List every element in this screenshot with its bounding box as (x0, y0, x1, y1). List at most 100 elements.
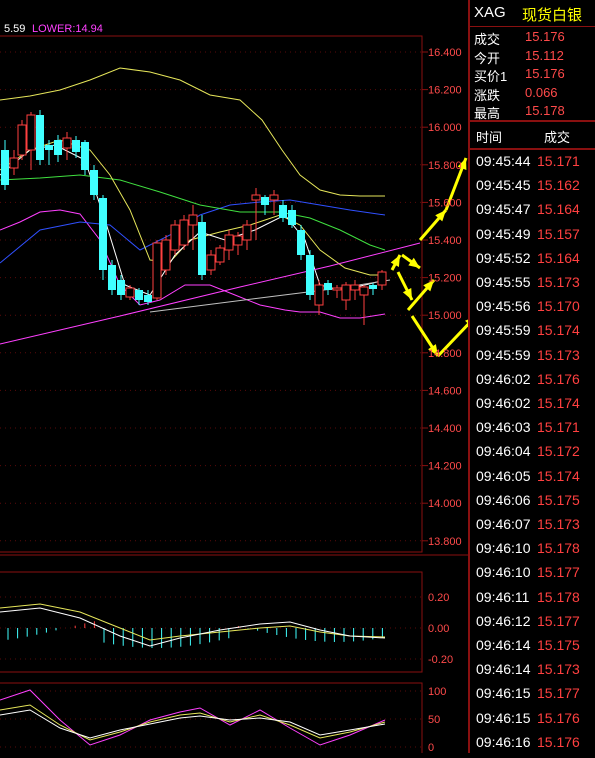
tick-time: 09:46:14 (476, 661, 531, 678)
tick-row[interactable]: 09:46:16 15.176 (470, 730, 595, 754)
tick-row[interactable]: 09:46:02 15.176 (470, 367, 595, 391)
tick-price: 15.175 (537, 637, 580, 653)
price-axis-label: 14.000 (428, 498, 462, 510)
macd-dea-line (0, 603, 386, 641)
candlestick-chart[interactable]: 16.400 16.200 16.000 15.800 15.600 15.400 15.2… (0, 0, 534, 756)
quote-row: 成交 15.176 (470, 28, 595, 47)
tick-time: 09:45:45 (476, 177, 531, 194)
candle-body (350, 284, 360, 291)
candle-body (206, 254, 216, 271)
tick-time: 09:46:15 (476, 709, 531, 726)
candle-body (152, 242, 162, 299)
price-axis-label: 13.800 (428, 536, 462, 548)
tick-price: 15.172 (537, 443, 580, 460)
tick-price: 15.173 (537, 274, 580, 290)
kdj-axis-label: 50 (428, 714, 440, 726)
tick-row[interactable]: 09:45:44 15.171 (470, 149, 595, 173)
ticks-header-time: 时间 (476, 130, 503, 145)
candle-body (369, 285, 377, 289)
candle-body (170, 224, 180, 251)
tick-time: 09:45:56 (476, 298, 531, 315)
tick-row[interactable]: 09:46:10 15.178 (470, 536, 595, 560)
tick-row[interactable]: 09:46:04 15.172 (470, 439, 595, 463)
candle-body (279, 205, 287, 218)
tick-row[interactable]: 09:46:05 15.174 (470, 464, 595, 488)
quote-label: 成交 (474, 32, 501, 47)
candle-body (215, 247, 225, 263)
candle-body (251, 194, 261, 201)
macd-panel-frame (0, 571, 423, 673)
candle-body (269, 194, 279, 201)
candle-body (72, 140, 80, 152)
candle-body (188, 214, 198, 226)
tick-row[interactable]: 09:46:12 15.177 (470, 609, 595, 633)
ticks-header-price: 成交 (544, 130, 571, 145)
tick-row[interactable]: 09:46:15 15.176 (470, 706, 595, 730)
candle-body (26, 114, 36, 151)
candle-body (341, 284, 351, 301)
quote-value: 0.066 (525, 84, 558, 100)
candle-body (306, 255, 314, 295)
candle-body (332, 287, 342, 291)
quote-label: 今开 (474, 50, 501, 66)
candle-body (288, 210, 296, 225)
quote-value: 15.176 (525, 66, 565, 81)
tick-row[interactable]: 09:45:55 15.173 (470, 270, 595, 294)
candle-body (359, 286, 369, 296)
tick-price: 15.178 (537, 540, 580, 557)
kdj-axis-label: 100 (428, 686, 446, 698)
tick-row[interactable]: 09:45:56 15.170 (470, 294, 595, 318)
tick-row[interactable]: 09:46:02 15.174 (470, 391, 595, 415)
tick-row[interactable]: 09:46:10 15.177 (470, 560, 595, 584)
tick-row[interactable]: 09:45:52 15.164 (470, 246, 595, 270)
quote-value: 15.178 (525, 103, 565, 118)
candle-body (45, 145, 53, 150)
tick-row[interactable]: 09:46:11 15.178 (470, 585, 595, 609)
price-axis-label: 14.200 (428, 461, 462, 473)
tick-row[interactable]: 09:45:49 15.157 (470, 222, 595, 246)
tick-row[interactable]: 09:45:59 15.173 (470, 343, 595, 367)
macd-dif-line (0, 607, 386, 647)
tick-row[interactable]: 09:46:07 15.173 (470, 512, 595, 536)
tick-row[interactable]: 09:45:45 15.162 (470, 173, 595, 197)
price-axis-label: 14.600 (428, 385, 462, 397)
tick-price: 15.176 (537, 733, 580, 750)
tick-row[interactable]: 09:46:14 15.173 (470, 657, 595, 681)
price-axis-label: 15.800 (428, 160, 462, 172)
tick-row[interactable]: 09:45:59 15.174 (470, 318, 595, 342)
candle-body (36, 115, 44, 160)
candle-body (135, 290, 143, 300)
tick-price: 15.174 (537, 322, 580, 339)
price-axis-label: 15.000 (428, 310, 462, 322)
tick-price: 15.176 (537, 709, 580, 726)
tick-row[interactable]: 09:46:03 15.171 (470, 415, 595, 439)
price-axis-label: 16.400 (428, 47, 462, 59)
tick-time: 09:46:04 (476, 443, 531, 460)
tick-time: 09:46:07 (476, 516, 531, 532)
tick-row[interactable]: 09:46:14 15.175 (470, 633, 595, 657)
candle-body (108, 265, 116, 290)
chart-area[interactable]: 16.400 16.200 16.000 15.800 15.600 15.400 15.2… (0, 0, 534, 756)
indicator-mid-value: 5.59 (4, 23, 26, 35)
candle-body (233, 235, 243, 246)
tick-price: 15.164 (537, 249, 580, 266)
tick-price: 15.177 (537, 685, 580, 702)
tick-time: 09:46:10 (476, 540, 531, 557)
tick-row[interactable]: 09:46:06 15.175 (470, 488, 595, 512)
candle-body (261, 197, 269, 205)
quote-value: 15.112 (525, 47, 564, 63)
tick-time: 09:46:12 (476, 612, 531, 629)
price-axis-label: 14.800 (428, 348, 462, 360)
symbol-code: XAG (474, 4, 506, 21)
tick-time: 09:45:59 (476, 322, 531, 339)
tick-price: 15.178 (537, 588, 580, 605)
tick-price: 15.170 (537, 298, 580, 315)
tick-time: 09:45:44 (476, 153, 531, 169)
quote-row: 涨跌 0.066 (470, 84, 595, 103)
quote-row: 最高 15.178 (470, 102, 595, 121)
candle-body (324, 283, 332, 290)
tick-price: 15.174 (537, 395, 580, 411)
tick-price: 15.173 (537, 346, 580, 363)
tick-row[interactable]: 09:46:15 15.177 (470, 681, 595, 705)
tick-row[interactable]: 09:45:47 15.164 (470, 197, 595, 221)
